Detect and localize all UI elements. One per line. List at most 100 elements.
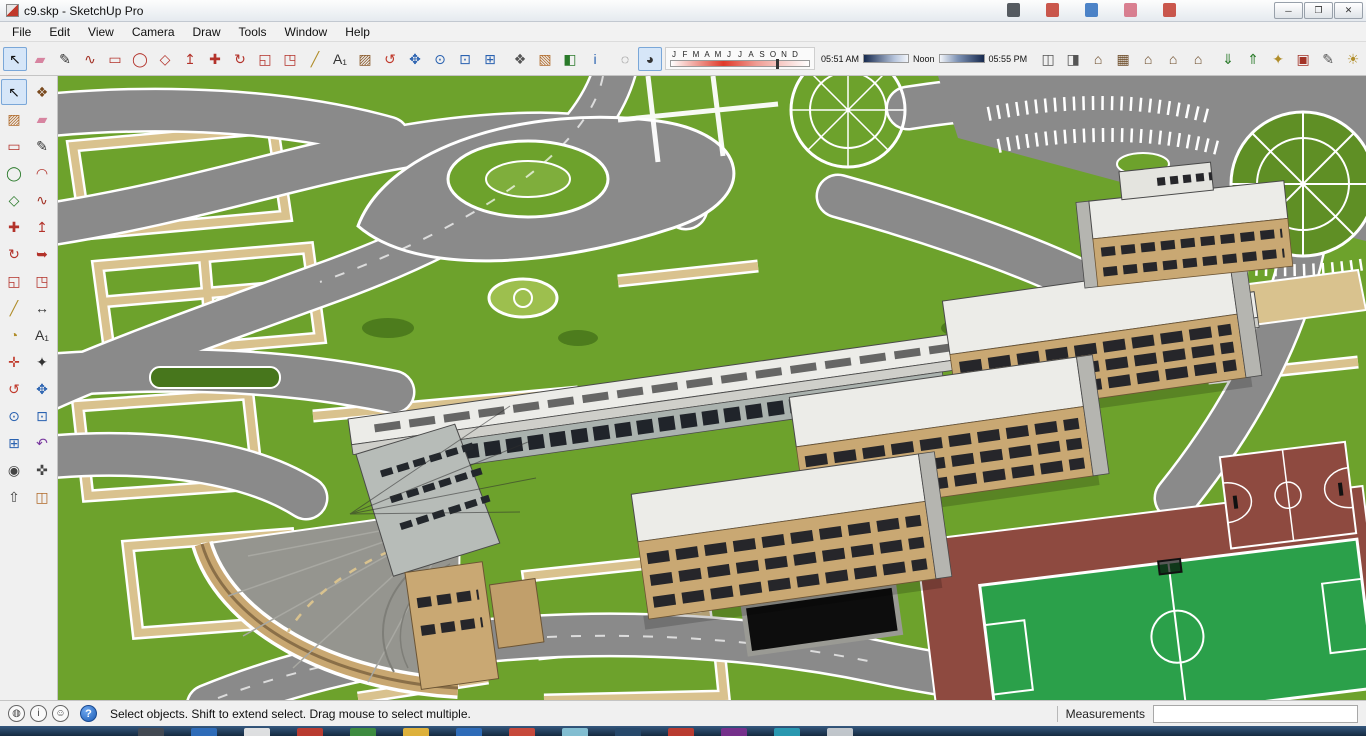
lts-push-pull-icon[interactable]: ↥ — [29, 214, 55, 240]
lts-move-icon[interactable]: ✚ — [1, 214, 27, 240]
get-models-icon[interactable]: ⇓ — [1216, 47, 1240, 71]
taskbar-app-icon[interactable] — [615, 728, 641, 736]
make-component-icon[interactable]: ❖ — [508, 47, 532, 71]
lts-look-around-icon[interactable]: ✜ — [29, 457, 55, 483]
lts-eraser-icon[interactable]: ▰ — [29, 106, 55, 132]
iso-view-icon[interactable]: ⌂ — [1086, 47, 1110, 71]
shadow-date-control[interactable]: JFMAMJJASOND — [665, 47, 815, 70]
menu-tools[interactable]: Tools — [230, 23, 276, 41]
lts-tape-measure-icon[interactable]: ╱ — [1, 295, 27, 321]
share-model-icon[interactable]: ⇑ — [1241, 47, 1265, 71]
lts-axes-icon[interactable]: ✛ — [1, 349, 27, 375]
lts-select-icon[interactable]: ↖ — [1, 79, 27, 105]
rotate-icon[interactable]: ↻ — [228, 47, 252, 71]
taskbar-app-icon[interactable] — [244, 728, 270, 736]
zoom-extents-icon[interactable]: ⊞ — [478, 47, 502, 71]
lts-rectangle-icon[interactable]: ▭ — [1, 133, 27, 159]
taskbar-app-icon[interactable] — [456, 728, 482, 736]
signin-icon[interactable]: ☺ — [52, 705, 69, 722]
taskbar-app-icon[interactable] — [297, 728, 323, 736]
rectangle-icon[interactable]: ▭ — [103, 47, 127, 71]
menu-camera[interactable]: Camera — [123, 23, 184, 41]
lts-circle-icon[interactable]: ◯ — [1, 160, 27, 186]
lts-zoom-icon[interactable]: ⊙ — [1, 403, 27, 429]
shaded-textures-icon[interactable]: ◕ — [638, 46, 662, 71]
lts-pan-icon[interactable]: ✥ — [29, 376, 55, 402]
lts-zoom-extents-icon[interactable]: ⊞ — [1, 430, 27, 456]
lts-dimension-icon[interactable]: ↔ — [29, 295, 55, 321]
help-button[interactable]: ? — [80, 705, 97, 722]
lts-walk-icon[interactable]: ⇧ — [1, 484, 27, 510]
right-view-icon[interactable]: ⌂ — [1161, 47, 1185, 71]
materials-icon[interactable]: ▧ — [533, 47, 557, 71]
model-info-icon[interactable]: i — [583, 47, 607, 71]
lts-make-component-icon[interactable]: ❖ — [29, 79, 55, 105]
style-builder-icon[interactable]: ✎ — [1316, 47, 1340, 71]
lts-scale-icon[interactable]: ◱ — [1, 268, 27, 294]
date-slider-handle[interactable] — [775, 59, 779, 69]
lts-position-camera-icon[interactable]: ◉ — [1, 457, 27, 483]
lts-freehand-icon[interactable]: ∿ — [29, 187, 55, 213]
circle-icon[interactable]: ◯ — [128, 47, 152, 71]
back-view-icon[interactable]: ⌂ — [1186, 47, 1210, 71]
taskbar-app-icon[interactable] — [562, 728, 588, 736]
tape-measure-icon[interactable]: ╱ — [303, 47, 327, 71]
menu-window[interactable]: Window — [276, 23, 337, 41]
menu-edit[interactable]: Edit — [40, 23, 79, 41]
shadows-toggle-icon[interactable]: ☀ — [1341, 47, 1365, 71]
date-slider[interactable] — [670, 59, 810, 69]
taskbar-app-icon[interactable] — [509, 728, 535, 736]
scale-icon[interactable]: ◱ — [253, 47, 277, 71]
x-ray-icon[interactable]: ◌ — [613, 47, 637, 71]
lts-follow-me-icon[interactable]: ➥ — [29, 241, 55, 267]
lts-paint-bucket-icon[interactable]: ▨ — [1, 106, 27, 132]
taskbar-app-icon[interactable] — [350, 728, 376, 736]
taskbar-app-icon[interactable] — [191, 728, 217, 736]
offset-icon[interactable]: ◳ — [278, 47, 302, 71]
lts-arc-icon[interactable]: ◠ — [29, 160, 55, 186]
model-3d-scene[interactable] — [58, 76, 1366, 700]
measurements-input[interactable] — [1153, 704, 1358, 723]
layout-icon[interactable]: ▣ — [1291, 47, 1315, 71]
time-slider-left[interactable] — [863, 54, 910, 63]
line-icon[interactable]: ✎ — [53, 47, 77, 71]
menu-help[interactable]: Help — [336, 23, 379, 41]
select-icon[interactable]: ↖ — [3, 46, 27, 71]
extension-warehouse-icon[interactable]: ✦ — [1266, 47, 1290, 71]
lts-text-icon[interactable]: A₁ — [29, 322, 55, 348]
taskbar-app-icon[interactable] — [668, 728, 694, 736]
menu-draw[interactable]: Draw — [184, 23, 230, 41]
windows-taskbar[interactable] — [0, 726, 1366, 736]
credits-icon[interactable]: i — [30, 705, 47, 722]
taskbar-app-icon[interactable] — [721, 728, 747, 736]
lts-polygon-icon[interactable]: ◇ — [1, 187, 27, 213]
lts-section-plane-icon[interactable]: ◫ — [29, 484, 55, 510]
lts-orbit-icon[interactable]: ↺ — [1, 376, 27, 402]
eraser-icon[interactable]: ▰ — [28, 47, 52, 71]
taskbar-app-icon[interactable] — [774, 728, 800, 736]
lts-previous-view-icon[interactable]: ↶ — [29, 430, 55, 456]
pan-icon[interactable]: ✥ — [403, 47, 427, 71]
polygon-icon[interactable]: ◇ — [153, 47, 177, 71]
geolocation-icon[interactable]: ◍ — [8, 705, 25, 722]
freehand-icon[interactable]: ∿ — [78, 47, 102, 71]
menu-view[interactable]: View — [79, 23, 123, 41]
lts-offset-icon[interactable]: ◳ — [29, 268, 55, 294]
top-view-icon[interactable]: ▦ — [1111, 47, 1135, 71]
menu-file[interactable]: File — [3, 23, 40, 41]
zoom-icon[interactable]: ⊙ — [428, 47, 452, 71]
zoom-window-icon[interactable]: ⊡ — [453, 47, 477, 71]
close-button[interactable]: ✕ — [1334, 2, 1363, 19]
taskbar-app-icon[interactable] — [138, 728, 164, 736]
restore-button[interactable]: ❐ — [1304, 2, 1333, 19]
front-view-icon[interactable]: ⌂ — [1136, 47, 1160, 71]
paint-bucket-icon[interactable]: ▨ — [353, 47, 377, 71]
time-slider-right[interactable] — [938, 54, 985, 63]
taskbar-app-icon[interactable] — [403, 728, 429, 736]
lts-line-icon[interactable]: ✎ — [29, 133, 55, 159]
lts-zoom-window-icon[interactable]: ⊡ — [29, 403, 55, 429]
section-plane-icon[interactable]: ◫ — [1036, 47, 1060, 71]
lts-3d-text-icon[interactable]: ✦ — [29, 349, 55, 375]
styles-icon[interactable]: ◧ — [558, 47, 582, 71]
taskbar-app-icon[interactable] — [827, 728, 853, 736]
